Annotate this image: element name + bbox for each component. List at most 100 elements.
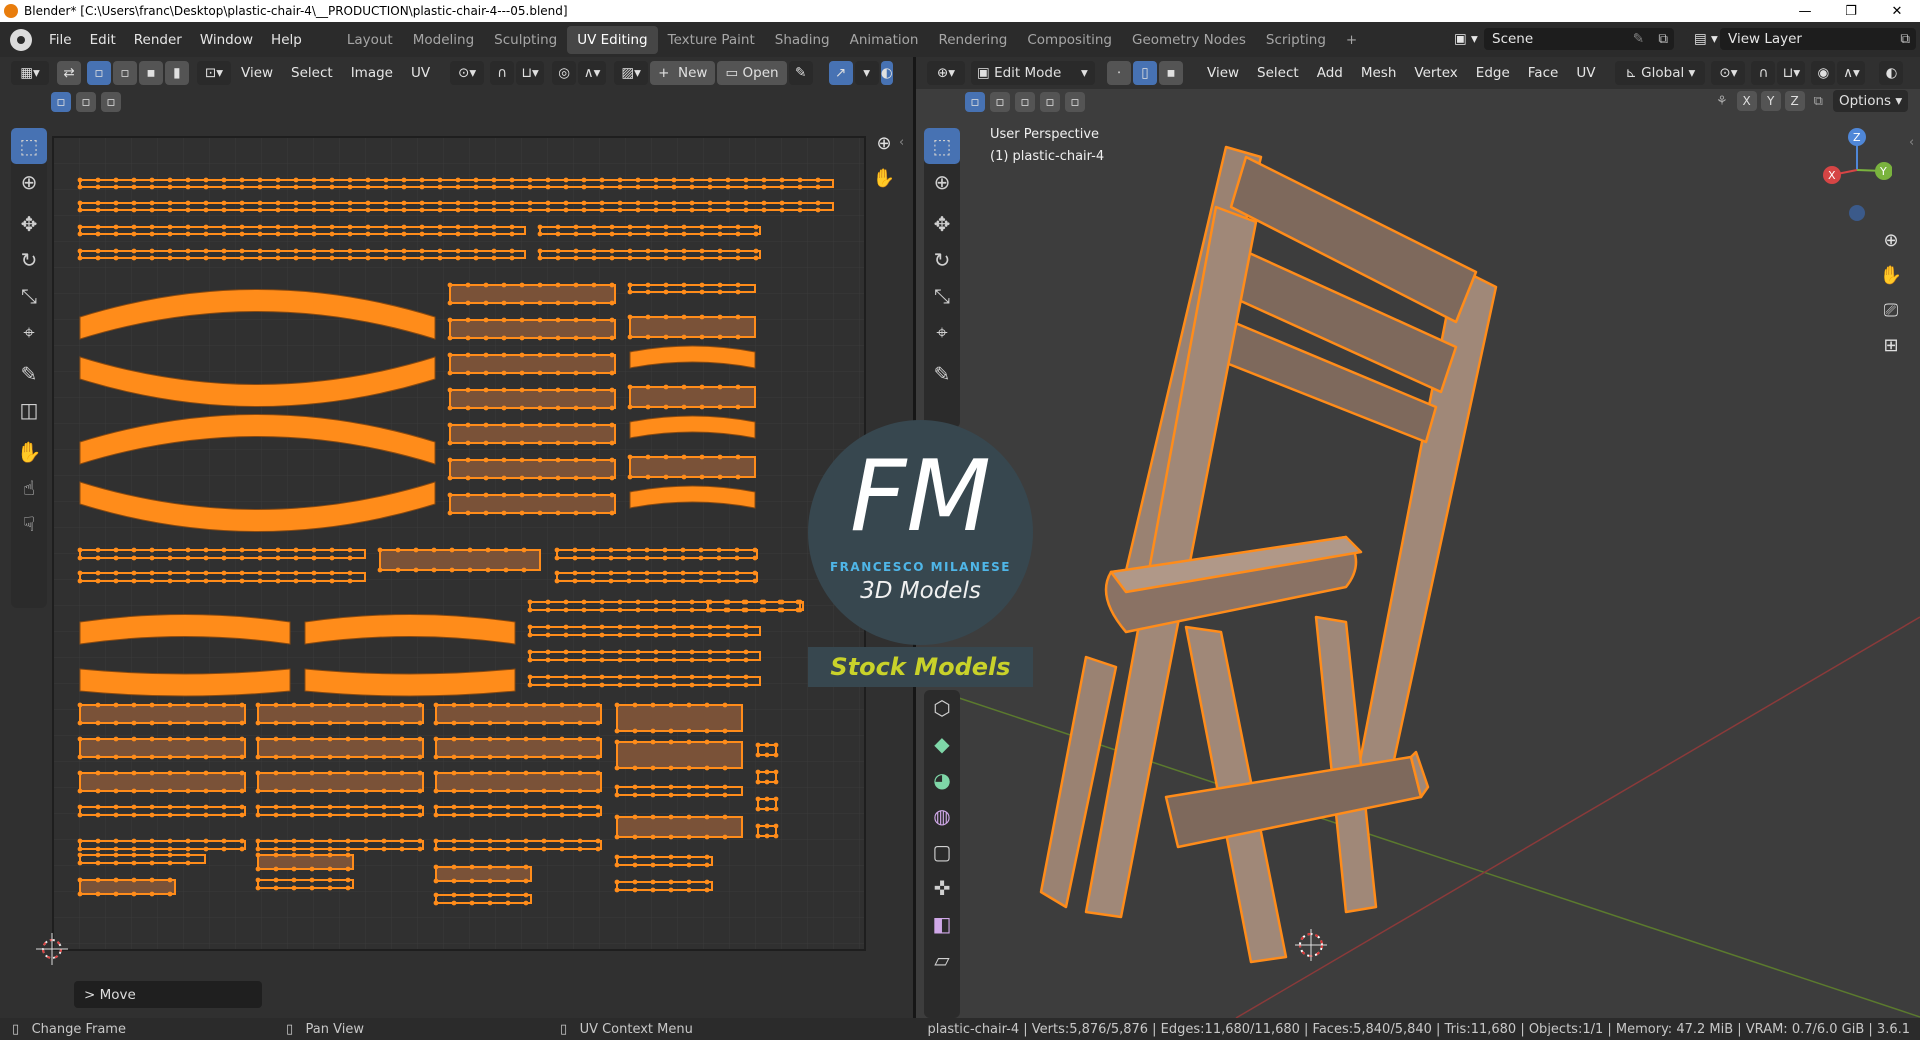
close-button[interactable]: ✕ — [1874, 0, 1920, 22]
pan-hand-icon[interactable]: ✋ — [869, 163, 899, 193]
sidebar-toggle-icon[interactable]: ‹ — [899, 135, 904, 150]
camera-view-icon[interactable]: ⎚ — [1876, 295, 1906, 325]
ortho-toggle-icon[interactable]: ⊞ — [1876, 330, 1906, 360]
bevel-tool-icon[interactable]: ◍ — [924, 798, 960, 834]
poly-build-tool-icon[interactable]: ◧ — [924, 906, 960, 942]
tab-rendering[interactable]: Rendering — [928, 26, 1017, 54]
minimize-button[interactable]: — — [1782, 0, 1828, 22]
uv-island[interactable] — [79, 738, 246, 758]
navigation-gizmo[interactable]: Z X Y — [1812, 125, 1892, 225]
tab-uv-editing[interactable]: UV Editing — [567, 25, 658, 54]
viewport-sidebar-toggle-icon[interactable]: ‹ — [1909, 135, 1914, 150]
uv-vertex — [555, 510, 561, 516]
add-cube-tool-icon[interactable]: ⬡ — [924, 690, 960, 726]
tab-animation[interactable]: Animation — [840, 26, 929, 54]
viewport-zoom-icon[interactable]: ⊕ — [1876, 225, 1906, 255]
tab-sculpting[interactable]: Sculpting — [484, 26, 567, 54]
uv-island[interactable] — [79, 772, 246, 792]
pinch-tool-icon[interactable]: ☟ — [11, 506, 47, 542]
menu-window[interactable]: Window — [191, 32, 262, 48]
uv-island[interactable] — [629, 316, 756, 338]
maximize-button[interactable]: ❐ — [1828, 0, 1874, 22]
uv-vertex — [527, 657, 533, 663]
menu-render[interactable]: Render — [125, 32, 191, 48]
uv-island[interactable] — [449, 459, 616, 479]
select-box-tool-icon[interactable]: ⬚ — [11, 128, 47, 164]
uv-island[interactable] — [616, 704, 743, 732]
uv-island[interactable] — [257, 704, 424, 724]
tab-texture-paint[interactable]: Texture Paint — [658, 26, 765, 54]
uv-island[interactable] — [435, 704, 602, 724]
transform-3d-tool-icon[interactable]: ⌖ — [924, 314, 960, 350]
rip-tool-icon[interactable]: ◫ — [11, 392, 47, 428]
cursor-tool-icon[interactable]: ⊕ — [11, 164, 47, 200]
annotate-tool-icon[interactable]: ✎ — [11, 356, 47, 392]
uv-vertex — [491, 255, 497, 261]
add-workspace-button[interactable]: + — [1336, 26, 1367, 54]
uv-island[interactable] — [616, 741, 743, 769]
uv-island[interactable] — [257, 854, 354, 870]
tab-geometry-nodes[interactable]: Geometry Nodes — [1122, 26, 1256, 54]
gizmo-negative-z-icon[interactable] — [1849, 205, 1865, 221]
knife-tool-icon[interactable]: ✜ — [924, 870, 960, 906]
loop-cut-tool-icon[interactable]: ▢ — [924, 834, 960, 870]
uv-island[interactable] — [435, 772, 602, 792]
menu-help[interactable]: Help — [262, 32, 311, 48]
uv-island[interactable] — [629, 386, 756, 408]
blender-menu-icon[interactable] — [10, 28, 32, 51]
spin-tool-icon[interactable]: ▱ — [924, 942, 960, 978]
uv-island[interactable] — [435, 738, 602, 758]
pin-icon[interactable]: ✎ — [1633, 31, 1644, 47]
zoom-icon[interactable]: ⊕ — [869, 128, 899, 158]
scale-3d-tool-icon[interactable]: ⤡ — [924, 278, 960, 314]
annotate-3d-tool-icon[interactable]: ✎ — [924, 356, 960, 392]
cursor-3d-tool-icon[interactable]: ⊕ — [924, 164, 960, 200]
last-operator-panel[interactable]: > Move — [74, 981, 262, 1008]
new-view-layer-icon[interactable]: ⧉ — [1900, 31, 1910, 47]
chair-mesh[interactable] — [1039, 145, 1498, 964]
scene-selector-icon[interactable]: ▣ ▾ — [1446, 28, 1482, 50]
rotate-tool-icon[interactable]: ↻ — [11, 242, 47, 278]
tab-layout[interactable]: Layout — [337, 26, 403, 54]
uv-island[interactable] — [629, 456, 756, 478]
grab-tool-icon[interactable]: ✋ — [11, 434, 47, 470]
viewport-toolbar-lower: ⬡ ◆ ◕ ◍ ▢ ✜ ◧ ▱ — [924, 690, 960, 1018]
move-tool-icon[interactable]: ✥ — [11, 206, 47, 242]
uv-island[interactable] — [449, 424, 616, 444]
uv-island[interactable] — [79, 704, 246, 724]
uv-island[interactable] — [379, 549, 541, 571]
uv-island[interactable] — [435, 866, 532, 882]
uv-island[interactable] — [449, 354, 616, 374]
tab-modeling[interactable]: Modeling — [403, 26, 484, 54]
uv-canvas[interactable] — [0, 57, 913, 1018]
menu-edit[interactable]: Edit — [81, 32, 125, 48]
relax-tool-icon[interactable]: ☝ — [11, 470, 47, 506]
rotate-3d-tool-icon[interactable]: ↻ — [924, 242, 960, 278]
uv-island[interactable] — [257, 738, 424, 758]
scale-tool-icon[interactable]: ⤡ — [11, 278, 47, 314]
tab-scripting[interactable]: Scripting — [1256, 26, 1336, 54]
view-layer-field[interactable]: View Layer ⧉ — [1720, 28, 1916, 50]
uv-island[interactable] — [257, 772, 424, 792]
move-3d-tool-icon[interactable]: ✥ — [924, 206, 960, 242]
transform-tool-icon[interactable]: ⌖ — [11, 314, 47, 350]
scene-field[interactable]: Scene ✎ ⧉ — [1484, 28, 1674, 50]
uv-vertex — [609, 282, 615, 288]
menu-file[interactable]: File — [40, 32, 81, 48]
new-scene-icon[interactable]: ⧉ — [1658, 31, 1668, 47]
view-layer-selector-icon[interactable]: ▤ ▾ — [1686, 28, 1722, 50]
uv-island[interactable] — [449, 284, 616, 304]
uv-island[interactable] — [79, 879, 176, 895]
tab-compositing[interactable]: Compositing — [1017, 26, 1122, 54]
viewport-canvas[interactable] — [916, 57, 1920, 1018]
inset-tool-icon[interactable]: ◕ — [924, 762, 960, 798]
select-box-3d-tool-icon[interactable]: ⬚ — [924, 128, 960, 164]
uv-island[interactable] — [449, 319, 616, 339]
uv-vertex — [653, 607, 659, 613]
tab-shading[interactable]: Shading — [765, 26, 840, 54]
uv-island[interactable] — [449, 494, 616, 514]
viewport-pan-icon[interactable]: ✋ — [1876, 260, 1906, 290]
uv-island[interactable] — [616, 816, 743, 838]
extrude-tool-icon[interactable]: ◆ — [924, 726, 960, 762]
uv-island[interactable] — [449, 389, 616, 409]
